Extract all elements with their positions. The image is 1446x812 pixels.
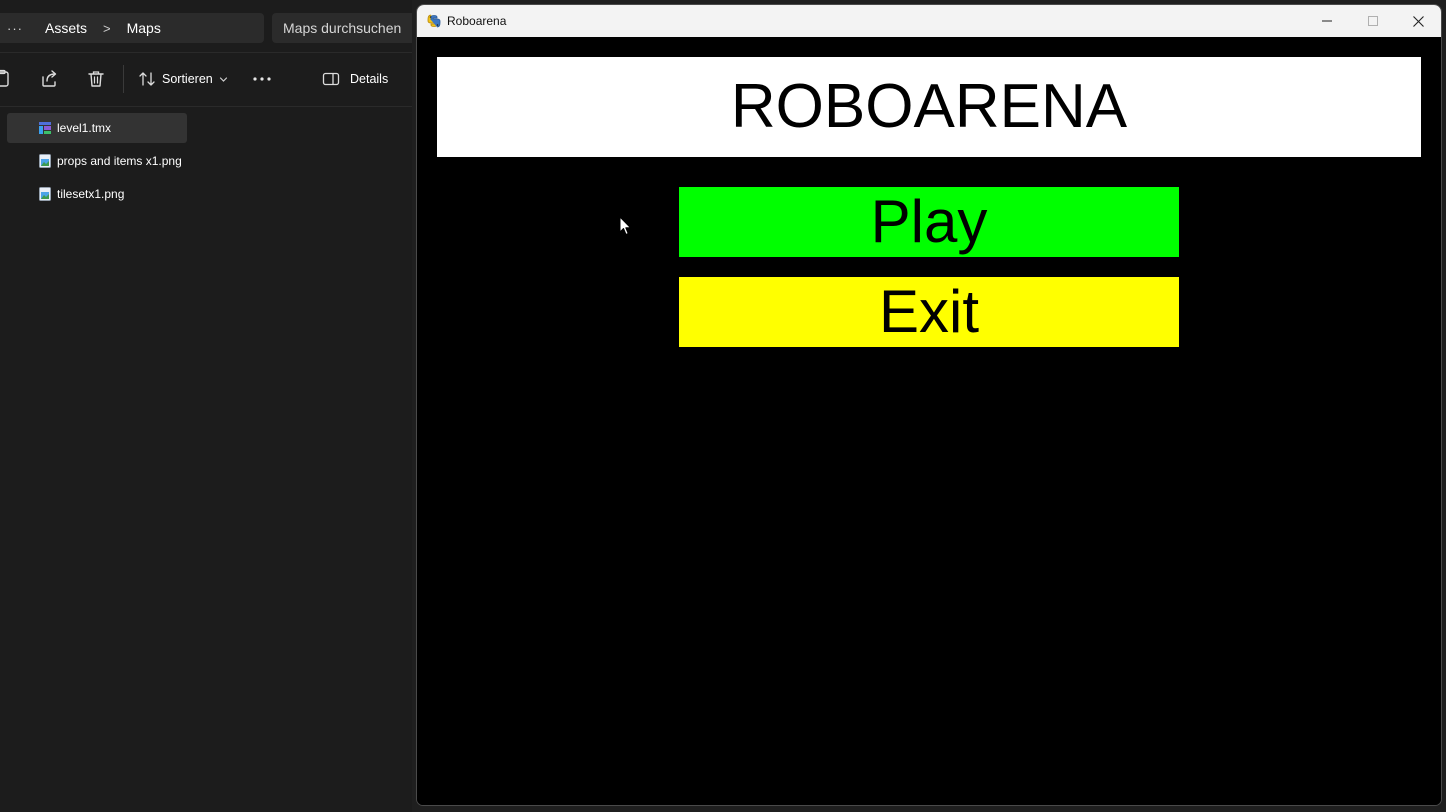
file-list: level1.tmx props and items x1.png tilese… <box>7 113 407 212</box>
play-button[interactable]: Play <box>679 187 1179 257</box>
pygame-snake-icon <box>427 14 441 28</box>
explorer-toolbar: Sortieren Details <box>0 60 412 98</box>
breadcrumb-chevron-icon[interactable]: > <box>103 21 111 36</box>
divider <box>0 52 412 53</box>
maximize-button[interactable] <box>1350 5 1396 37</box>
address-bar[interactable]: ··· Assets > Maps <box>0 13 264 43</box>
share-icon[interactable] <box>38 68 60 90</box>
toolbar-separator <box>123 65 124 93</box>
minimize-icon <box>1322 20 1332 22</box>
close-button[interactable] <box>1395 5 1441 37</box>
breadcrumb-maps[interactable]: Maps <box>127 20 161 36</box>
divider <box>0 106 412 107</box>
file-name: level1.tmx <box>57 121 112 135</box>
maximize-icon <box>1368 16 1378 26</box>
file-item-props-png[interactable]: props and items x1.png <box>7 146 187 176</box>
paste-icon[interactable] <box>0 68 14 90</box>
tmx-file-icon <box>39 122 51 134</box>
exit-button[interactable]: Exit <box>679 277 1179 347</box>
search-input[interactable]: Maps durchsuchen <box>272 13 412 43</box>
delete-icon[interactable] <box>85 68 107 90</box>
window-title: Roboarena <box>447 14 507 28</box>
address-more-button[interactable]: ··· <box>7 21 23 36</box>
mouse-cursor-icon <box>619 216 631 235</box>
details-label: Details <box>350 72 389 86</box>
game-title-banner: ROBOARENA <box>437 57 1421 157</box>
breadcrumb-assets[interactable]: Assets <box>45 20 87 36</box>
png-file-icon <box>39 154 51 168</box>
sort-arrows-icon <box>139 72 155 86</box>
file-explorer-window: ··· Assets > Maps Maps durchsuchen Sorti… <box>0 0 412 812</box>
chevron-down-icon <box>219 76 227 82</box>
file-item-level1-tmx[interactable]: level1.tmx <box>7 113 187 143</box>
minimize-button[interactable] <box>1304 5 1350 37</box>
details-button[interactable]: Details <box>322 68 388 90</box>
sort-button[interactable]: Sortieren <box>138 68 228 90</box>
game-canvas[interactable]: ROBOARENA Play Exit <box>417 37 1441 805</box>
window-titlebar[interactable]: Roboarena <box>417 5 1441 37</box>
sort-label: Sortieren <box>162 72 213 86</box>
file-name: props and items x1.png <box>57 154 182 168</box>
png-file-icon <box>39 187 51 201</box>
close-icon <box>1412 15 1424 27</box>
game-window: Roboarena ROBOARENA Play Exit <box>417 5 1441 805</box>
file-item-tileset-png[interactable]: tilesetx1.png <box>7 179 187 209</box>
details-pane-icon <box>322 72 340 86</box>
more-options-icon[interactable] <box>250 68 274 90</box>
file-name: tilesetx1.png <box>57 187 125 201</box>
